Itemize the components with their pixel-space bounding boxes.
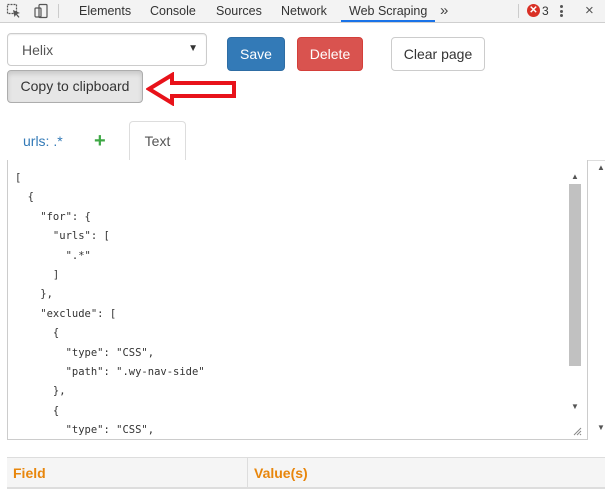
devtools-tab-sources[interactable]: Sources [208, 0, 270, 22]
scroll-down-icon[interactable]: ▼ [597, 423, 605, 432]
code-line: "for": { [15, 210, 91, 223]
code-line: { [15, 327, 60, 340]
delete-button[interactable]: Delete [297, 37, 363, 71]
code-line: }, [15, 288, 53, 301]
toolbar-divider [58, 4, 59, 18]
scroll-down-icon[interactable]: ▼ [571, 402, 579, 411]
scroll-up-icon[interactable]: ▲ [571, 172, 579, 181]
tab-urls[interactable]: urls: .* [23, 133, 63, 149]
scroll-up-icon[interactable]: ▲ [597, 163, 605, 172]
devtools-tab-web-scraping[interactable]: Web Scraping [341, 0, 436, 22]
add-tab-button[interactable]: + [94, 130, 106, 153]
config-select-value: Helix [22, 42, 54, 58]
results-table-header: Field Value(s) [7, 457, 605, 489]
save-button[interactable]: Save [227, 37, 285, 71]
code-line: "type": "CSS", [15, 424, 155, 437]
chevron-down-icon: ▼ [188, 43, 198, 54]
copy-to-clipboard-button[interactable]: Copy to clipboard [7, 70, 143, 103]
devtools-tab-network[interactable]: Network [273, 0, 335, 22]
toolbar-divider [518, 4, 519, 18]
tab-text[interactable]: Text [129, 121, 186, 161]
devtools-tab-console[interactable]: Console [142, 0, 204, 22]
close-devtools-button[interactable]: × [585, 0, 594, 22]
code-line: "type": "CSS", [15, 346, 155, 359]
kebab-menu-icon[interactable] [560, 5, 563, 17]
column-header-field: Field [7, 458, 248, 488]
code-line: { [15, 404, 60, 417]
json-editor-content[interactable]: [ { "for": { "urls": [ ".*" ] }, "exclud… [15, 169, 249, 439]
code-line: { [15, 191, 34, 204]
code-line: ] [15, 269, 60, 282]
code-line: }, [15, 385, 66, 398]
code-line: "urls": [ [15, 230, 110, 243]
device-toolbar-icon[interactable] [33, 3, 49, 19]
json-editor[interactable]: [ { "for": { "urls": [ ".*" ] }, "exclud… [7, 160, 588, 440]
inspect-element-icon[interactable] [6, 3, 22, 19]
code-line: ".*" [15, 249, 91, 262]
clear-page-button[interactable]: Clear page [391, 37, 485, 71]
more-tabs-button[interactable]: » [440, 0, 448, 22]
error-count[interactable]: 3 [542, 0, 549, 22]
devtools-tab-elements[interactable]: Elements [71, 0, 139, 22]
annotation-arrow-icon [146, 72, 236, 106]
code-line: [ [15, 172, 22, 184]
code-line: "path": ".wy-nav-side" [15, 366, 205, 379]
config-select[interactable]: Helix ▼ [7, 33, 207, 66]
resize-handle-icon[interactable] [572, 426, 582, 436]
page-scrollbar[interactable]: ▲ ▼ [596, 161, 605, 441]
scrollbar-thumb[interactable] [569, 184, 581, 366]
error-icon[interactable]: ✕ [527, 4, 540, 17]
code-line: "exclude": [ [15, 307, 117, 320]
editor-scrollbar[interactable]: ▲ ▼ [568, 172, 583, 430]
column-header-values: Value(s) [254, 465, 308, 481]
devtools-toolbar: Elements Console Sources Network Web Scr… [0, 0, 605, 23]
